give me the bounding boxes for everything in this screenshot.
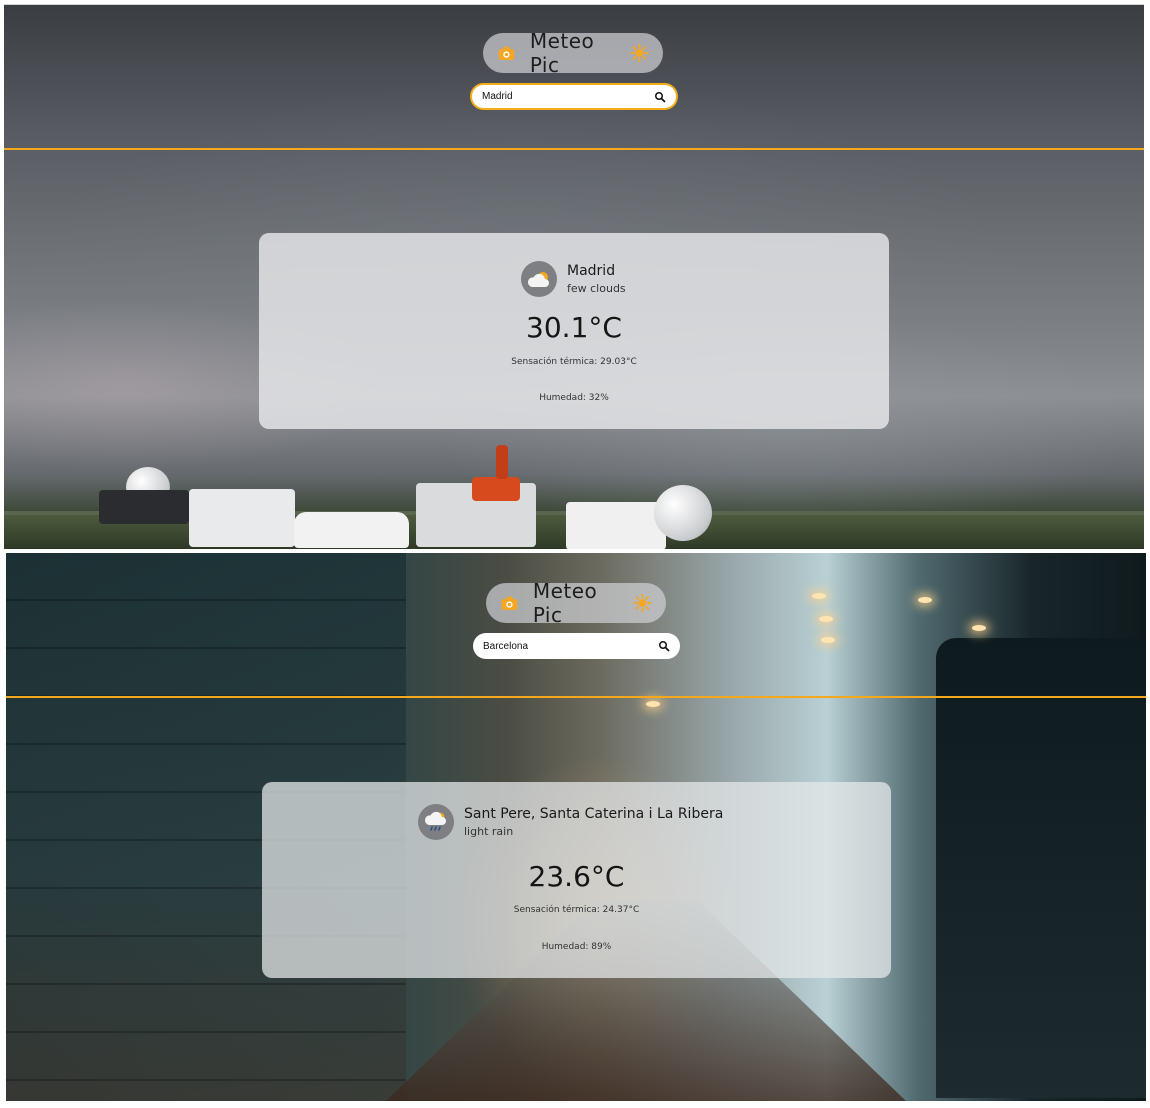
- app-header: Meteo Pic: [483, 29, 663, 77]
- weather-card: Madrid few clouds 30.1°C Sensación térmi…: [259, 233, 889, 429]
- cloud-sun-icon: [521, 261, 557, 297]
- white-van: [189, 489, 295, 547]
- search-bar: [470, 83, 678, 110]
- city-name: Madrid: [567, 263, 616, 279]
- sun-icon: [633, 593, 652, 613]
- ceiling-lamp: [812, 593, 826, 599]
- sun-icon: [630, 43, 649, 63]
- barcelona-view: Meteo Pic Sant Pere, Santa Caterina i La…: [6, 553, 1146, 1101]
- radar-dome-2: [654, 485, 712, 541]
- header-divider: [4, 148, 1144, 150]
- humidity: Humedad: 32%: [539, 393, 609, 403]
- white-car: [294, 512, 409, 548]
- humidity: Humedad: 89%: [541, 942, 612, 952]
- city-search-input[interactable]: [483, 640, 658, 652]
- temperature: 23.6°C: [528, 860, 625, 893]
- camera-icon: [498, 46, 515, 61]
- street-lamp: [918, 597, 932, 603]
- weather-description: light rain: [464, 825, 514, 838]
- app-header: Meteo Pic: [486, 579, 666, 627]
- city-name: Sant Pere, Santa Caterina i La Ribera: [464, 806, 724, 822]
- camera-icon: [501, 596, 518, 611]
- search-bar: [473, 633, 680, 659]
- bus: [936, 638, 1146, 1098]
- ceiling-lamp: [819, 616, 833, 622]
- crane-truck-bed: [472, 477, 520, 501]
- weather-description: few clouds: [567, 282, 626, 295]
- search-icon[interactable]: [654, 91, 666, 103]
- ceiling-lamp: [821, 637, 835, 643]
- madrid-view: Meteo Pic Madrid few clouds 30.1°C Sensa…: [4, 4, 1144, 549]
- weather-card: Sant Pere, Santa Caterina i La Ribera li…: [262, 782, 891, 978]
- wall-lamp: [646, 701, 660, 707]
- street-lamp: [972, 625, 986, 631]
- app-title: Meteo Pic: [529, 29, 595, 77]
- pickup-truck: [566, 502, 666, 549]
- temperature: 30.1°C: [526, 311, 622, 344]
- feels-like: Sensación térmica: 29.03°C: [511, 357, 637, 367]
- app-title: Meteo Pic: [532, 579, 598, 627]
- suv: [99, 490, 189, 524]
- crane-arm: [496, 445, 508, 479]
- weather-card-header: Madrid few clouds: [521, 261, 626, 297]
- header-divider: [6, 696, 1146, 698]
- cloud-rain-icon: [418, 804, 454, 840]
- weather-card-header: Sant Pere, Santa Caterina i La Ribera li…: [418, 804, 723, 840]
- search-icon[interactable]: [658, 640, 670, 652]
- city-search-input[interactable]: [482, 91, 654, 102]
- feels-like: Sensación térmica: 24.37°C: [513, 905, 640, 915]
